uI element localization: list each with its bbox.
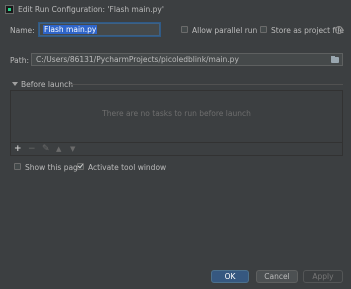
- edit-task-icon[interactable]: ✎: [42, 144, 50, 155]
- help-icon[interactable]: ?: [335, 26, 343, 34]
- name-label: Name:: [10, 26, 35, 35]
- browse-folder-icon[interactable]: [331, 56, 339, 63]
- apply-button[interactable]: Apply: [303, 270, 343, 283]
- name-field[interactable]: Flash main.py: [39, 23, 160, 36]
- activate-tool-window-label[interactable]: Activate tool window: [88, 163, 166, 172]
- move-up-icon[interactable]: ▲: [56, 144, 61, 155]
- section-divider: [70, 84, 343, 85]
- before-launch-title[interactable]: Before launch: [21, 80, 73, 89]
- empty-task-list-text: There are no tasks to run before launch: [102, 109, 251, 118]
- move-down-icon[interactable]: ▼: [70, 144, 75, 155]
- path-field-value: C:/Users/86131/PycharmProjects/picoledbl…: [36, 55, 239, 64]
- window-title: Edit Run Configuration: 'Flash main.py': [18, 5, 164, 14]
- store-as-project-file-label[interactable]: Store as project file: [271, 26, 344, 35]
- allow-parallel-run-checkbox[interactable]: [181, 26, 188, 33]
- add-task-icon[interactable]: +: [14, 144, 22, 155]
- pycharm-app-icon: [5, 5, 14, 14]
- task-list-toolbar: + − ✎ ▲ ▼: [10, 142, 343, 156]
- cancel-button[interactable]: Cancel: [256, 270, 298, 283]
- collapse-arrow-icon[interactable]: [12, 82, 18, 86]
- show-this-page-checkbox[interactable]: [14, 163, 21, 170]
- activate-tool-window-checkbox[interactable]: [77, 163, 84, 170]
- store-as-project-file-checkbox[interactable]: [260, 26, 267, 33]
- remove-task-icon[interactable]: −: [28, 144, 36, 155]
- path-field[interactable]: C:/Users/86131/PycharmProjects/picoledbl…: [31, 53, 343, 66]
- show-this-page-label[interactable]: Show this page: [25, 163, 82, 172]
- title-bar: Edit Run Configuration: 'Flash main.py': [0, 0, 351, 20]
- ok-button[interactable]: OK: [211, 270, 249, 283]
- allow-parallel-run-label[interactable]: Allow parallel run: [192, 26, 257, 35]
- name-field-value: Flash main.py: [43, 25, 98, 34]
- before-launch-task-list[interactable]: There are no tasks to run before launch: [10, 90, 343, 142]
- path-label: Path:: [10, 56, 30, 65]
